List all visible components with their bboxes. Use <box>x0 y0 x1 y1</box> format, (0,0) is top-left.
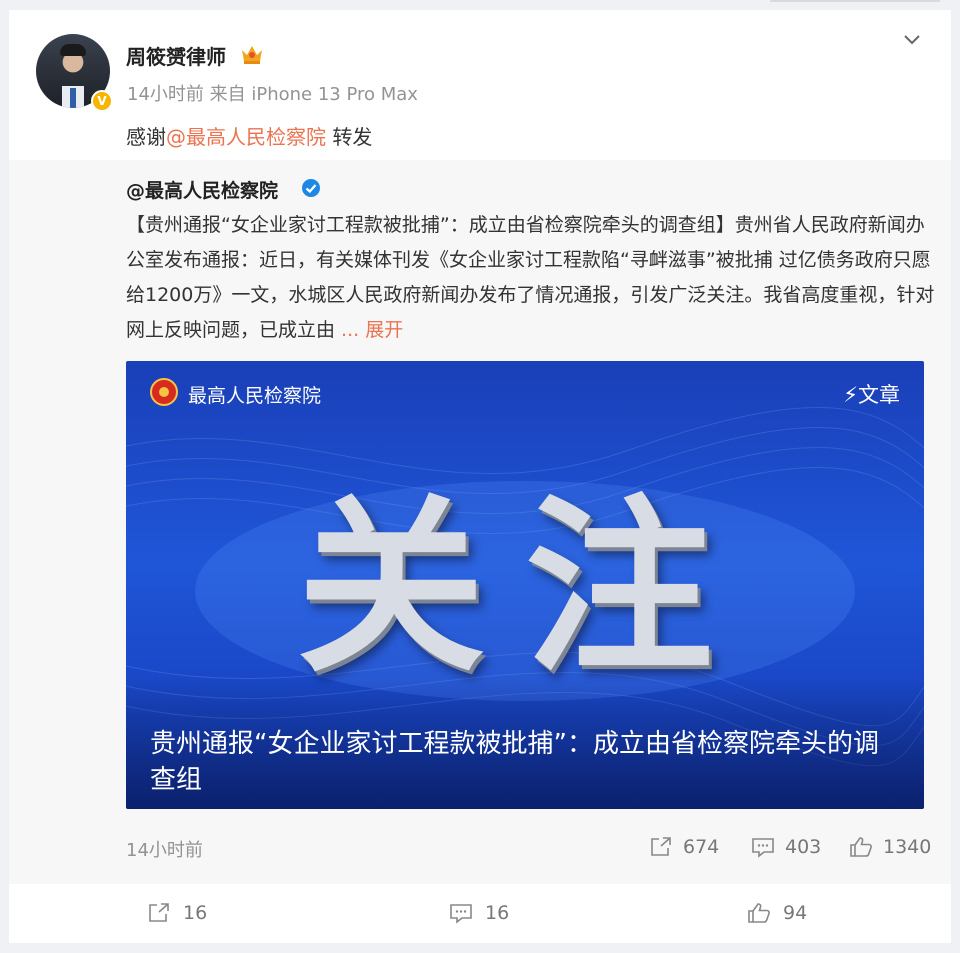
share-icon <box>149 903 169 922</box>
verified-gold-icon: V <box>91 90 113 112</box>
like-icon <box>850 837 872 857</box>
repost-comment: 感谢@最高人民检察院 转发 <box>126 121 372 150</box>
expand-link[interactable]: ... 展开 <box>341 319 403 341</box>
share-icon <box>651 837 671 856</box>
repost-time: 14小时前 <box>126 840 203 861</box>
like-count: 1340 <box>883 836 932 858</box>
footer-like-button[interactable]: 94 <box>747 902 807 924</box>
article-source: 最高人民检察院 <box>188 385 322 407</box>
repost-body: 【贵州通报“女企业家讨工程款被批捕”：成立由省检察院牵头的调查组】贵州省人民政府… <box>126 208 936 348</box>
article-headline-graphic: 关注 <box>297 479 753 698</box>
like-icon <box>748 903 770 923</box>
footer-share-button[interactable]: 16 <box>147 902 207 924</box>
weibo-post-card: V 周筱赟律师 14小时前 来自 iPhone 13 Pro Max 感谢@最高… <box>9 10 951 943</box>
comment-count: 403 <box>785 836 822 858</box>
repost-like-count[interactable]: 1340 <box>849 836 931 858</box>
top-divider <box>770 0 940 2</box>
crown-icon <box>242 46 262 64</box>
article-card[interactable]: 最高人民检察院 ⚡文章 关注 贵州通报“女企业家讨工程款被批捕”：成立由省检察院… <box>126 361 924 809</box>
source-account[interactable]: @最高人民检察院 <box>126 176 278 203</box>
verified-blue-icon <box>302 179 320 197</box>
avatar-hair <box>60 44 86 56</box>
footer-like-count: 94 <box>783 902 808 924</box>
article-title: 贵州通报“女企业家讨工程款被批捕”：成立由省检察院牵头的调查组 <box>150 729 879 795</box>
footer-comment-button[interactable]: 16 <box>449 902 509 924</box>
repost-text: 【贵州通报“女企业家讨工程款被批捕”：成立由省检察院牵头的调查组】贵州省人民政府… <box>126 214 935 341</box>
article-tag: ⚡文章 <box>843 383 900 407</box>
comment-icon <box>752 838 774 858</box>
mention-link[interactable]: @最高人民检察院 <box>166 125 326 149</box>
footer-comment-count: 16 <box>485 902 510 924</box>
author-name[interactable]: 周筱赟律师 <box>126 41 226 70</box>
procuratorate-emblem-icon <box>150 378 178 406</box>
repost-comment-count[interactable]: 403 <box>751 836 821 858</box>
avatar-tie <box>70 88 76 108</box>
repost-share-count[interactable]: 674 <box>649 836 719 858</box>
share-count: 674 <box>683 836 720 858</box>
comment-suffix: 转发 <box>326 125 373 149</box>
comment-icon <box>450 904 472 924</box>
footer-share-count: 16 <box>183 902 208 924</box>
comment-prefix: 感谢 <box>126 125 166 149</box>
chevron-down-icon[interactable] <box>901 28 923 50</box>
post-meta: 14小时前 来自 iPhone 13 Pro Max <box>127 84 418 105</box>
